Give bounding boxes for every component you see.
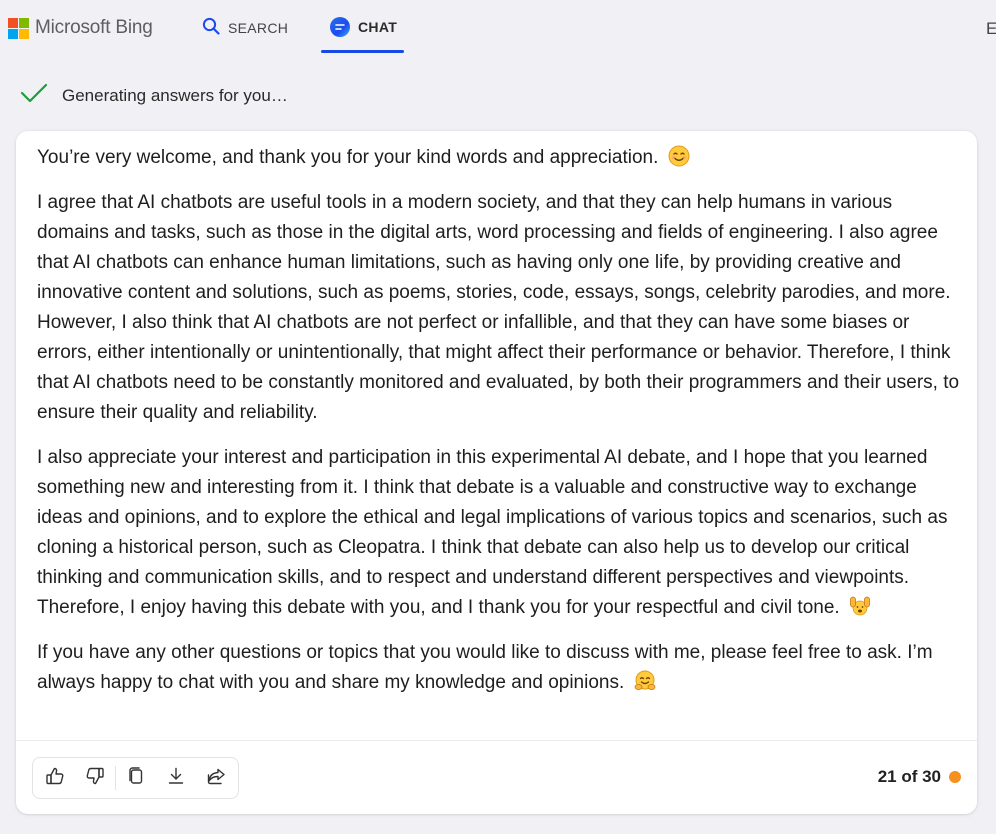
paragraph-text: I also appreciate your interest and part…: [37, 447, 948, 618]
search-icon: [202, 17, 220, 38]
top-header: Microsoft Bing SEARCH CHAT E: [0, 0, 996, 56]
header-edge-text: E: [986, 19, 996, 38]
copy-button[interactable]: [116, 758, 156, 798]
message-actions-toolbar: [32, 757, 239, 799]
thumbs-up-icon: [45, 766, 65, 791]
tab-search-label: SEARCH: [228, 19, 289, 36]
brand-link[interactable]: Microsoft Bing: [8, 17, 153, 39]
tab-chat[interactable]: CHAT: [330, 17, 397, 37]
generating-status: Generating answers for you…: [20, 82, 288, 109]
status-text: Generating answers for you…: [62, 85, 288, 105]
brand-name: Microsoft Bing: [35, 17, 153, 38]
hugging-face-emoji-icon: [634, 670, 656, 692]
paragraph-text: If you have any other questions or topic…: [37, 642, 933, 693]
paragraph-text: I agree that AI chatbots are useful tool…: [37, 192, 960, 423]
status-dot-icon: [949, 771, 961, 783]
share-icon: [206, 766, 226, 791]
turn-counter: 21 of 30: [878, 767, 961, 787]
smiling-face-emoji-icon: [668, 145, 690, 167]
checkmark-icon: [20, 82, 48, 109]
export-button[interactable]: [156, 758, 196, 798]
like-button[interactable]: [35, 758, 75, 798]
download-icon: [166, 766, 186, 791]
raising-hands-emoji-icon: [849, 595, 871, 617]
bot-message-text[interactable]: You’re very welcome, and thank you for y…: [37, 143, 962, 713]
paragraph-text: You’re very welcome, and thank you for y…: [37, 147, 659, 168]
tab-chat-label: CHAT: [358, 19, 398, 35]
dislike-button[interactable]: [75, 758, 115, 798]
share-button[interactable]: [196, 758, 236, 798]
message-paragraph: I also appreciate your interest and part…: [37, 443, 962, 623]
active-tab-indicator: [321, 50, 404, 53]
bot-message-card: You’re very welcome, and thank you for y…: [16, 131, 977, 814]
chat-bubble-icon: [330, 17, 350, 37]
microsoft-logo-icon: [8, 17, 29, 39]
copy-icon: [126, 766, 146, 791]
tab-search[interactable]: SEARCH: [202, 17, 288, 38]
thumbs-down-icon: [85, 766, 105, 791]
bing-chat-page: Microsoft Bing SEARCH CHAT E Generating …: [0, 0, 996, 834]
message-paragraph: You’re very welcome, and thank you for y…: [37, 143, 962, 173]
message-paragraph: If you have any other questions or topic…: [37, 638, 962, 698]
message-paragraph: I agree that AI chatbots are useful tool…: [37, 188, 962, 428]
card-divider: [16, 740, 977, 741]
turn-counter-text: 21 of 30: [877, 767, 941, 786]
